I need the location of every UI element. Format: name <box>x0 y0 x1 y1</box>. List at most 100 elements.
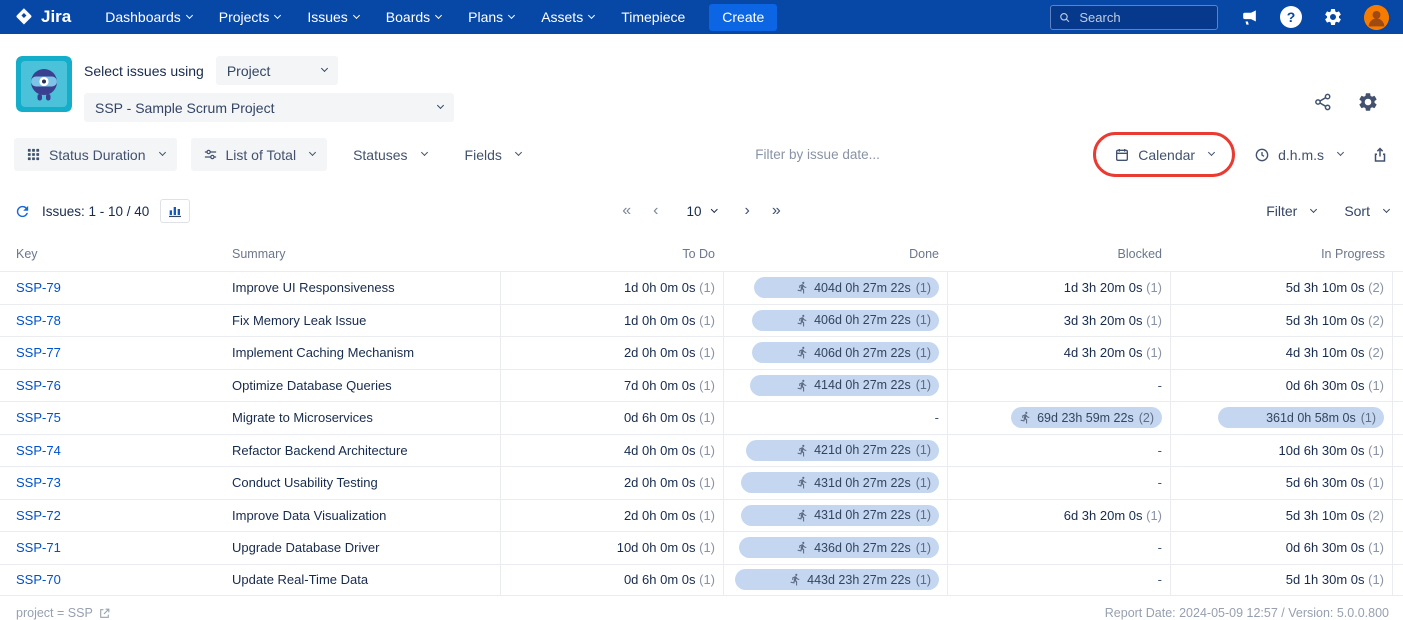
issue-key-link[interactable]: SSP-76 <box>16 378 61 393</box>
page-size-value: 10 <box>686 203 702 219</box>
inprogress-duration-cell: 5d 1h 30m 0s (1) <box>1170 564 1393 595</box>
refresh-icon <box>16 205 29 217</box>
refresh-button[interactable] <box>14 203 31 220</box>
inprogress-duration-cell: 5d 6h 30m 0s (1) <box>1170 467 1393 499</box>
issue-key-link[interactable]: SSP-71 <box>16 540 61 555</box>
issue-key-link[interactable]: SSP-79 <box>16 280 61 295</box>
filter-dropdown[interactable]: Filter <box>1266 203 1318 219</box>
duration-bar: 406d 0h 27m 22s (1) <box>751 309 939 331</box>
runner-icon <box>1020 412 1030 424</box>
nav-item-issues[interactable]: Issues <box>307 9 360 25</box>
top-navbar: Jira Dashboards Projects Issues Boards Plans… <box>0 0 1403 34</box>
app-header: Select issues using Project SSP - Sample… <box>0 34 1403 122</box>
issue-date-filter-input[interactable] <box>546 145 1089 163</box>
avatar[interactable] <box>1364 4 1389 30</box>
runner-icon <box>797 314 807 327</box>
duration-bar: 431d 0h 27m 22s (1) <box>741 472 939 494</box>
blocked-duration-cell: 1d 3h 20m 0s (1) <box>947 272 1170 304</box>
issue-key-link[interactable]: SSP-78 <box>16 313 61 328</box>
gear-icon <box>1359 93 1377 111</box>
table-header: Key Summary To Do Done Blocked In Progre… <box>0 237 1403 271</box>
issue-summary: Optimize Database Queries <box>232 377 392 393</box>
issue-key-link[interactable]: SSP-77 <box>16 345 61 360</box>
announcements-icon[interactable] <box>1237 5 1261 29</box>
duration-bar: 421d 0h 27m 22s (1) <box>745 439 939 461</box>
share-icon <box>1315 93 1331 111</box>
report-type-dropdown[interactable]: Status Duration <box>14 138 177 171</box>
chart-view-button[interactable] <box>160 199 191 223</box>
query-summary-text: project = SSP <box>16 606 93 620</box>
first-page-button[interactable]: « <box>622 203 631 219</box>
page-size-dropdown[interactable]: 10 <box>680 202 723 220</box>
chevron-down-icon <box>1310 205 1318 213</box>
settings-button[interactable] <box>1357 82 1379 122</box>
done-duration-cell: 414d 0h 27m 22s (1) <box>723 369 947 401</box>
chevron-down-icon <box>309 148 317 157</box>
scope-dropdown[interactable]: Project <box>215 56 338 85</box>
nav-item-boards[interactable]: Boards <box>386 9 443 25</box>
column-header-key: Key <box>16 247 38 261</box>
aggregation-dropdown[interactable]: List of Total <box>190 138 328 171</box>
jira-logo-icon <box>16 8 32 25</box>
select-issues-label: Select issues using <box>84 62 204 79</box>
issue-summary: Improve Data Visualization <box>232 507 387 523</box>
nav-item-dashboards[interactable]: Dashboards <box>105 9 193 25</box>
issue-key-link[interactable]: SSP-75 <box>16 410 61 425</box>
nav-right: ? <box>1050 4 1389 30</box>
help-icon[interactable]: ? <box>1280 6 1302 28</box>
global-search[interactable] <box>1050 4 1218 30</box>
runner-icon <box>797 347 807 359</box>
duration-bar: 414d 0h 27m 22s (1) <box>749 374 939 396</box>
share-button[interactable] <box>1313 82 1333 122</box>
time-format-dropdown[interactable]: d.h.m.s <box>1242 138 1355 171</box>
next-page-button[interactable]: › <box>745 203 750 219</box>
issue-key-link[interactable]: SSP-72 <box>16 508 61 523</box>
project-dropdown[interactable]: SSP - Sample Scrum Project <box>84 93 454 122</box>
nav-item-projects[interactable]: Projects <box>219 9 282 25</box>
chevron-down-icon <box>435 11 443 19</box>
grid-icon <box>27 148 40 161</box>
inprogress-duration-cell: 5d 3h 10m 0s (2) <box>1170 272 1393 304</box>
issue-summary: Implement Caching Mechanism <box>232 345 415 361</box>
calendar-dropdown[interactable]: Calendar <box>1102 138 1226 171</box>
inprogress-duration-cell: 10d 6h 30m 0s (1) <box>1170 434 1393 466</box>
create-button[interactable]: Create <box>709 3 778 31</box>
sliders-icon <box>204 149 216 160</box>
fields-dropdown[interactable]: Fields <box>453 138 533 171</box>
chevron-down-icon <box>352 11 360 19</box>
fields-label: Fields <box>464 146 502 163</box>
todo-duration-cell: 1d 0h 0m 0s (1) <box>500 304 723 336</box>
export-button[interactable] <box>1371 146 1389 164</box>
external-link-icon <box>99 608 110 618</box>
chevron-down-icon <box>320 64 328 73</box>
sort-dropdown[interactable]: Sort <box>1344 203 1391 219</box>
inprogress-duration-cell: 0d 6h 30m 0s (1) <box>1170 532 1393 564</box>
prev-page-button[interactable]: ‹ <box>653 203 658 219</box>
blocked-duration-cell: - <box>947 532 1170 564</box>
app-logo <box>16 56 72 112</box>
nav-item-assets[interactable]: Assets <box>541 9 596 25</box>
statuses-dropdown[interactable]: Statuses <box>341 138 438 171</box>
gear-icon[interactable] <box>1321 5 1345 29</box>
pagination-bar: Issues: 1 - 10 / 40 « ‹ 10 › » Filter So… <box>0 195 1403 227</box>
nav-item-timepiece[interactable]: Timepiece <box>621 9 685 25</box>
column-header-inprogress: In Progress <box>1321 247 1385 261</box>
clock-icon <box>1255 148 1269 161</box>
issue-key-link[interactable]: SSP-70 <box>16 572 61 587</box>
issue-key-link[interactable]: SSP-74 <box>16 443 61 458</box>
project-dropdown-value: SSP - Sample Scrum Project <box>95 99 275 116</box>
search-input[interactable] <box>1077 8 1209 26</box>
query-summary-link[interactable]: project = SSP <box>16 606 111 620</box>
runner-icon <box>797 477 807 489</box>
column-header-blocked: Blocked <box>1117 247 1162 261</box>
table-row: SSP-72 Improve Data Visualization 2d 0h … <box>0 498 1403 531</box>
done-duration-cell: - <box>723 402 947 434</box>
jira-logo[interactable]: Jira <box>14 7 71 27</box>
nav-item-plans[interactable]: Plans <box>468 9 516 25</box>
last-page-button[interactable]: » <box>772 203 781 219</box>
runner-icon <box>797 509 807 522</box>
report-type-value: Status Duration <box>49 146 146 163</box>
issue-key-link[interactable]: SSP-73 <box>16 475 61 490</box>
table-row: SSP-76 Optimize Database Queries 7d 0h 0… <box>0 368 1403 401</box>
main-nav: Dashboards Projects Issues Boards Plans Asset… <box>105 9 685 25</box>
